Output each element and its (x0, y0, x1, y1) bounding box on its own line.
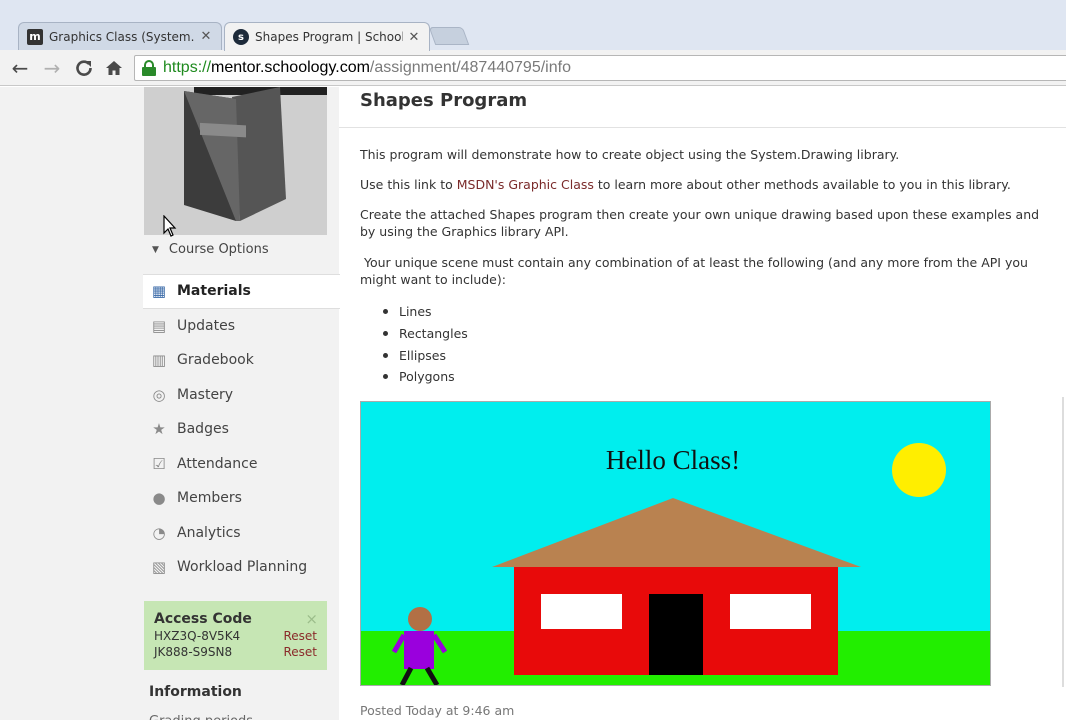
access-code-row: JK888-S9SN8 Reset (154, 646, 317, 659)
sidebar-item-label: Materials (177, 283, 251, 300)
caret-down-icon: ▼ (152, 244, 159, 255)
access-code-panel: Access Code × HXZ3Q-8V5K4 Reset JK888-S9… (144, 601, 327, 670)
sidebar-item-label: Badges (177, 421, 229, 438)
list-item: Lines (383, 301, 468, 323)
access-code-title: Access Code (154, 611, 252, 627)
course-image[interactable] (144, 87, 327, 235)
sidebar-item-label: Mastery (177, 386, 234, 403)
members-icon: ● (152, 489, 166, 508)
list-item: Rectangles (383, 323, 468, 345)
link-paragraph: Use this link to MSDN's Graphic Class to… (360, 176, 1050, 193)
sidebar-item-badges[interactable]: ★ Badges (143, 412, 339, 447)
sidebar-item-gradebook[interactable]: ▥ Gradebook (143, 343, 339, 378)
list-item: Ellipses (383, 344, 468, 366)
instructions-paragraph: Create the attached Shapes program then … (360, 207, 1040, 239)
book-icon (184, 87, 327, 221)
gradebook-icon: ▥ (151, 351, 167, 370)
tab-shapes-program[interactable]: s Shapes Program | Schoolo ✕ (224, 22, 430, 51)
workload-icon: ▧ (151, 558, 167, 577)
page-body: ▼ Course Options ▦ Materials ▤ Updates ▥ Grad… (0, 87, 1066, 720)
tab-graphics-class[interactable]: m Graphics Class (System.Dra ✕ (18, 22, 222, 50)
posted-timestamp: Posted Today at 9:46 am (360, 703, 515, 718)
hello-class-scene-image: Hello Class! (360, 401, 991, 686)
divider (339, 127, 1066, 128)
badges-icon: ★ (152, 420, 166, 439)
updates-icon: ▤ (151, 316, 167, 335)
schoology-s-icon: s (233, 29, 249, 45)
new-tab-button[interactable] (428, 27, 470, 45)
url-path: /assignment/487440795/info (369, 59, 571, 76)
back-arrow-icon[interactable]: ← (8, 56, 32, 80)
schoology-m-icon: m (27, 28, 43, 45)
home-icon[interactable] (102, 56, 126, 80)
list-item: Polygons (383, 366, 468, 388)
course-nav: ▦ Materials ▤ Updates ▥ Gradebook ◎ Mastery ★ Bad… (143, 274, 340, 585)
reload-icon[interactable] (72, 56, 96, 80)
analytics-icon: ◔ (152, 523, 166, 542)
tab-title: Graphics Class (System.Dra (49, 29, 195, 44)
address-bar[interactable]: https://mentor.schoology.com/assignment/… (134, 55, 1066, 81)
attendance-icon: ☑ (152, 454, 166, 473)
close-icon[interactable]: × (305, 610, 318, 628)
close-icon[interactable]: ✕ (407, 30, 421, 45)
tab-title: Shapes Program | Schoolo (255, 30, 403, 44)
url-host: mentor.schoology.com (211, 59, 370, 76)
access-code-row: HXZ3Q-8V5K4 Reset (154, 630, 317, 643)
msdn-graphic-class-link[interactable]: MSDN's Graphic Class (457, 177, 594, 192)
text: Use this link to (360, 177, 457, 192)
sidebar-item-analytics[interactable]: ◔ Analytics (143, 516, 339, 551)
access-code-value: HXZ3Q-8V5K4 (154, 629, 241, 643)
house-window-right (730, 594, 811, 629)
text: to learn more about other methods availa… (593, 177, 1011, 192)
sidebar-item-attendance[interactable]: ☑ Attendance (143, 447, 339, 482)
url-scheme: https:// (163, 59, 212, 76)
sidebar-item-label: Gradebook (177, 352, 254, 369)
lock-icon (141, 60, 157, 76)
reset-link[interactable]: Reset (283, 630, 317, 643)
sidebar-item-mastery[interactable]: ◎ Mastery (143, 378, 339, 413)
sidebar-item-label: Workload Planning (177, 559, 308, 576)
sun (892, 443, 946, 497)
scrollbar-edge (1062, 397, 1064, 687)
access-code-value: JK888-S9SN8 (154, 645, 233, 659)
sidebar-item-updates[interactable]: ▤ Updates (143, 309, 339, 344)
page-title: Shapes Program (360, 90, 528, 111)
course-options-toggle[interactable]: ▼ Course Options (152, 242, 269, 257)
person-body (404, 631, 434, 669)
forward-arrow-icon[interactable]: → (40, 56, 64, 80)
person-head (408, 607, 432, 631)
sidebar-item-label: Attendance (177, 455, 258, 472)
mouse-cursor-icon (163, 215, 177, 237)
mastery-icon: ◎ (152, 385, 166, 404)
close-icon[interactable]: ✕ (199, 29, 213, 44)
course-options-label: Course Options (168, 242, 269, 257)
reset-link[interactable]: Reset (283, 646, 317, 659)
sidebar-item-label: Members (177, 490, 242, 507)
materials-icon: ▦ (151, 282, 167, 301)
sidebar-item-label: Analytics (177, 524, 241, 541)
sidebar-item-materials[interactable]: ▦ Materials (143, 274, 340, 309)
browser-toolbar: ← → https://mentor.schoology.com/assignm… (0, 50, 1066, 86)
information-heading: Information (149, 684, 242, 700)
sidebar-item-label: Updates (177, 317, 235, 334)
house-window-left (541, 594, 622, 629)
information-cut-text[interactable]: Grading periods (149, 713, 253, 720)
scene-title: Hello Class! (606, 445, 740, 475)
browser-tab-strip: m Graphics Class (System.Dra ✕ s Shapes … (0, 0, 1066, 51)
sidebar-item-workload-planning[interactable]: ▧ Workload Planning (143, 550, 339, 585)
house-door (649, 594, 703, 675)
sidebar-item-members[interactable]: ● Members (143, 481, 339, 516)
description-paragraph: This program will demonstrate how to cre… (360, 147, 900, 162)
requirements-paragraph: Your unique scene must contain any combi… (360, 255, 1032, 287)
requirements-list: Lines Rectangles Ellipses Polygons (383, 301, 468, 388)
